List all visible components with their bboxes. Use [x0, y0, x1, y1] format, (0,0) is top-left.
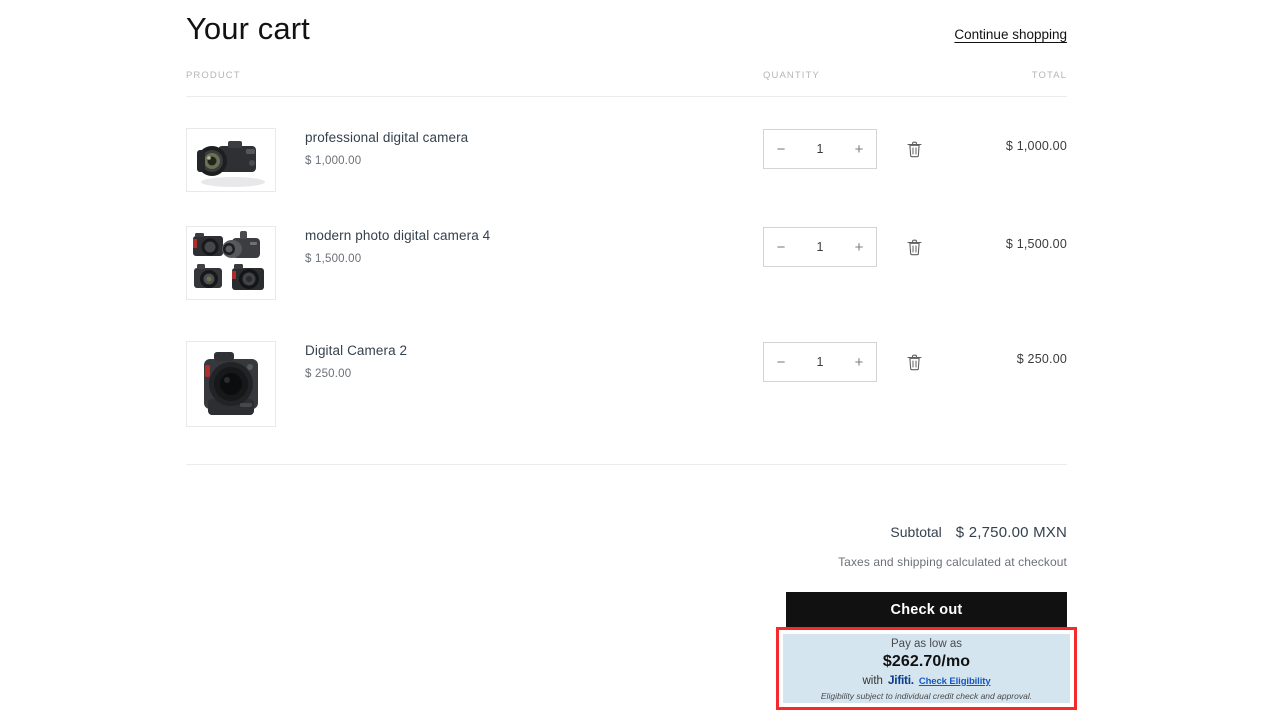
- increase-quantity-button[interactable]: +: [842, 343, 876, 381]
- line-item-total: $ 250.00: [1016, 352, 1067, 366]
- jifiti-financing-widget[interactable]: Pay as low as $262.70/mo with Jifiti. Ch…: [783, 634, 1070, 703]
- header-divider: [186, 96, 1067, 97]
- decrease-quantity-button[interactable]: −: [764, 228, 798, 266]
- product-info: modern photo digital camera 4 $ 1,500.00: [305, 227, 490, 265]
- quantity-stepper[interactable]: − 1 +: [763, 342, 877, 382]
- decrease-quantity-button[interactable]: −: [764, 343, 798, 381]
- product-info: professional digital camera $ 1,000.00: [305, 129, 468, 167]
- quantity-controls: − 1 +: [763, 129, 925, 169]
- eligibility-disclaimer: Eligibility subject to individual credit…: [820, 690, 1033, 701]
- pay-as-low-as-label: Pay as low as: [891, 637, 962, 650]
- product-unit-price: $ 250.00: [305, 368, 352, 380]
- subtotal-label: Subtotal: [890, 524, 942, 540]
- jifiti-logo: Jifiti.: [887, 672, 914, 687]
- cart-header: Your cart Continue shopping: [186, 10, 1067, 48]
- subtotal-row: Subtotal $ 2,750.00 MXN: [838, 524, 1067, 541]
- quantity-controls: − 1 +: [763, 342, 925, 382]
- table-row: professional digital camera $ 1,000.00 −…: [186, 128, 1067, 216]
- quantity-value[interactable]: 1: [798, 240, 842, 254]
- monthly-payment-amount: $262.70/mo: [882, 652, 971, 670]
- column-header-quantity: QUANTITY: [763, 70, 820, 81]
- subtotal-value: $ 2,750.00 MXN: [955, 524, 1067, 541]
- table-row: modern photo digital camera 4 $ 1,500.00…: [186, 226, 1067, 326]
- line-item-total: $ 1,000.00: [1005, 139, 1067, 153]
- cart-page: Your cart Continue shopping PRODUCT QUAN…: [0, 0, 1280, 720]
- product-name[interactable]: modern photo digital camera 4: [305, 227, 490, 245]
- with-label: with: [862, 674, 883, 687]
- increase-quantity-button[interactable]: +: [842, 228, 876, 266]
- quantity-stepper[interactable]: − 1 +: [763, 227, 877, 267]
- trash-icon[interactable]: [903, 351, 925, 373]
- line-item-total: $ 1,500.00: [1005, 237, 1067, 251]
- cart-summary: Subtotal $ 2,750.00 MXN Taxes and shippi…: [838, 524, 1067, 569]
- quantity-stepper[interactable]: − 1 +: [763, 129, 877, 169]
- product-thumbnail[interactable]: [186, 341, 276, 427]
- tax-shipping-note: Taxes and shipping calculated at checkou…: [838, 555, 1067, 569]
- product-unit-price: $ 1,500.00: [305, 253, 362, 265]
- product-info: Digital Camera 2 $ 250.00: [305, 342, 407, 380]
- cart-footer-divider: [186, 464, 1067, 465]
- provider-row: with Jifiti. Check Eligibility: [862, 672, 991, 688]
- quantity-controls: − 1 +: [763, 227, 925, 267]
- financing-widget-highlight: Pay as low as $262.70/mo with Jifiti. Ch…: [776, 627, 1077, 710]
- continue-shopping-link[interactable]: Continue shopping: [954, 27, 1067, 42]
- trash-icon[interactable]: [903, 138, 925, 160]
- checkout-button[interactable]: Check out: [786, 592, 1067, 628]
- cart-table-header: PRODUCT QUANTITY TOTAL: [186, 70, 1067, 96]
- product-name[interactable]: Digital Camera 2: [305, 342, 407, 360]
- product-thumbnail[interactable]: [186, 128, 276, 192]
- column-header-product: PRODUCT: [186, 70, 241, 81]
- column-header-total: TOTAL: [1031, 70, 1067, 81]
- page-title: Your cart: [186, 11, 310, 46]
- quantity-value[interactable]: 1: [798, 355, 842, 369]
- quantity-value[interactable]: 1: [798, 142, 842, 156]
- product-thumbnail[interactable]: [186, 226, 276, 300]
- product-name[interactable]: professional digital camera: [305, 129, 468, 147]
- product-unit-price: $ 1,000.00: [305, 155, 362, 167]
- trash-icon[interactable]: [903, 236, 925, 258]
- decrease-quantity-button[interactable]: −: [764, 130, 798, 168]
- table-row: Digital Camera 2 $ 250.00 − 1 + $ 250.00: [186, 341, 1067, 431]
- check-eligibility-link[interactable]: Check Eligibility: [919, 675, 991, 688]
- increase-quantity-button[interactable]: +: [842, 130, 876, 168]
